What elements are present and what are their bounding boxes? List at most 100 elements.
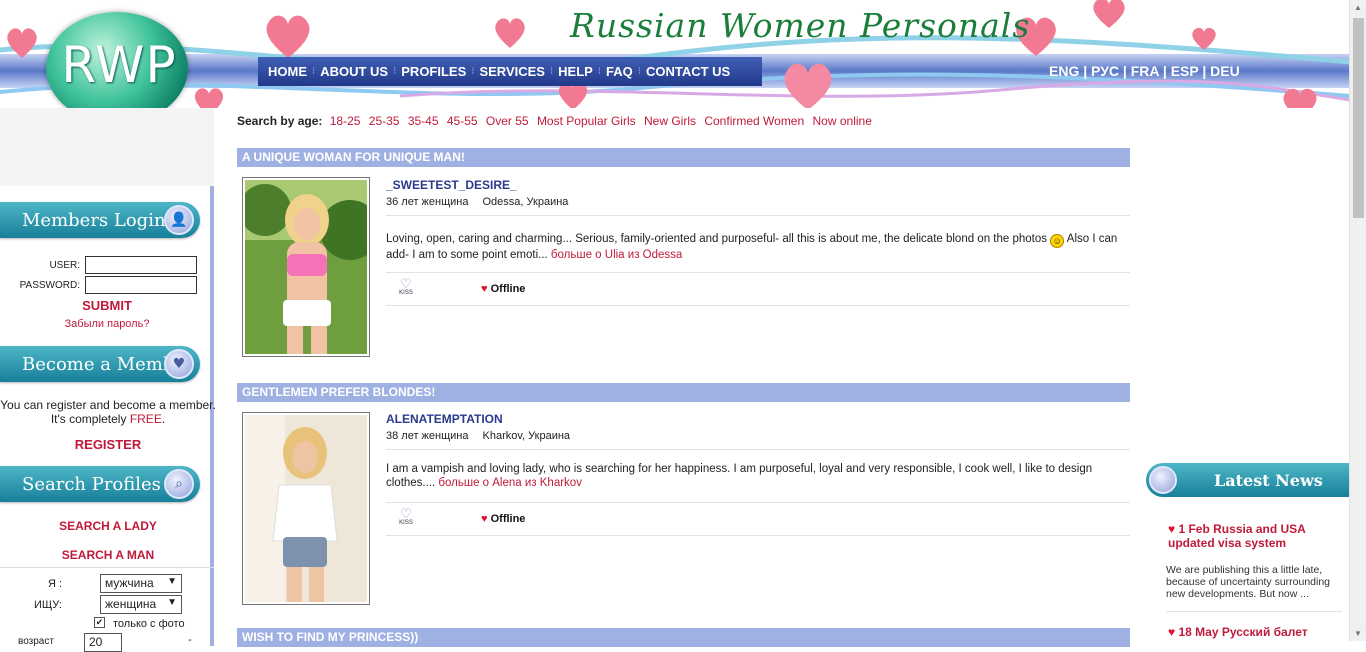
- age-18-25-link[interactable]: 18-25: [330, 114, 361, 128]
- new-girls-link[interactable]: New Girls: [644, 114, 696, 128]
- heart-icon: ♥: [1168, 522, 1176, 536]
- age-45-55-link[interactable]: 45-55: [447, 114, 478, 128]
- news-item-title[interactable]: ♥ 18 May Русский балет: [1168, 625, 1342, 639]
- profile-photo-image: [245, 180, 367, 354]
- i-gender-value: мужчина: [105, 576, 154, 590]
- nav-profiles[interactable]: PROFILES: [397, 64, 470, 79]
- user-label: USER:: [49, 260, 80, 271]
- nav-faq[interactable]: FAQ: [602, 64, 637, 79]
- lang-rus[interactable]: РУС: [1091, 63, 1119, 79]
- heart-decoration: [1192, 27, 1216, 50]
- lang-fra[interactable]: FRA: [1131, 63, 1159, 79]
- i-gender-select[interactable]: мужчина ▼: [100, 574, 182, 593]
- news-icon: [1149, 466, 1177, 494]
- profile-desc-text: Loving, open, caring and charming... Ser…: [386, 233, 1048, 245]
- news-item-title[interactable]: ♥ 1 Feb Russia and USA updated visa syst…: [1168, 522, 1342, 550]
- age-25-35-link[interactable]: 25-35: [369, 114, 400, 128]
- smiley-icon: ☺: [1050, 234, 1065, 248]
- profile-section-title: A UNIQUE WOMAN FOR UNIQUE MAN!: [237, 148, 1130, 167]
- age-label: возраст: [18, 636, 54, 647]
- heart-decoration: [7, 28, 37, 58]
- heart-icon: ♥: [481, 283, 488, 295]
- submit-button[interactable]: SUBMIT: [0, 298, 214, 313]
- age-search-bar: Search by age: 18-25 25-35 35-45 45-55 O…: [237, 114, 877, 128]
- main-nav: HOME ⁝ ABOUT US ⁝ PROFILES ⁝ SERVICES ⁝ HELP…: [258, 57, 762, 86]
- profile-photo[interactable]: [242, 177, 370, 357]
- age-35-45-link[interactable]: 35-45: [408, 114, 439, 128]
- logo-letters[interactable]: RWP: [48, 36, 190, 94]
- chevron-down-icon: ▼: [167, 576, 177, 587]
- profile-more-link[interactable]: больше о Ulia из Odessa: [551, 249, 682, 261]
- scroll-down-icon[interactable]: ▼: [1354, 629, 1362, 638]
- most-popular-girls-link[interactable]: Most Popular Girls: [537, 114, 636, 128]
- nav-help[interactable]: HELP: [554, 64, 597, 79]
- password-label: PASSWORD:: [19, 280, 80, 291]
- kiss-heart-icon: ♡: [400, 276, 412, 291]
- i-label: Я :: [47, 578, 62, 590]
- divider: [386, 305, 1130, 306]
- search-man-link[interactable]: SEARCH A MAN: [0, 548, 216, 562]
- confirmed-women-link[interactable]: Confirmed Women: [704, 114, 804, 128]
- password-input[interactable]: [85, 276, 197, 294]
- heart-icon: ♥: [1168, 625, 1176, 639]
- age-over-55-link[interactable]: Over 55: [486, 114, 529, 128]
- profile-name[interactable]: _SWEETEST_DESIRE_: [386, 178, 517, 192]
- profile-photo[interactable]: [242, 412, 370, 605]
- latest-news-title: Latest News: [1214, 470, 1323, 490]
- sidebar-top-strip: [0, 108, 214, 186]
- profile-photo-illustration: [245, 415, 367, 602]
- divider: [386, 449, 1130, 450]
- lang-deu[interactable]: DEU: [1210, 63, 1240, 79]
- user-input[interactable]: [85, 256, 197, 274]
- kiss-button[interactable]: ♡ KISS: [394, 277, 418, 299]
- age-to-separator: -: [188, 634, 192, 646]
- status-text: Offline: [490, 513, 526, 525]
- scroll-up-icon[interactable]: ▲: [1354, 3, 1362, 12]
- online-status: ♥ Offline: [481, 283, 525, 295]
- status-text: Offline: [490, 283, 526, 295]
- heart-decoration: [266, 15, 310, 58]
- nav-services[interactable]: SERVICES: [475, 64, 549, 79]
- profile-name[interactable]: ALENATEMPTATION: [386, 412, 503, 426]
- divider: [386, 272, 1130, 273]
- seek-gender-select[interactable]: женщина ▼: [100, 595, 182, 614]
- kiss-button[interactable]: ♡ KISS: [394, 507, 418, 529]
- heart-decoration: [784, 63, 832, 108]
- site-title: Russian Women Personals: [570, 6, 1031, 45]
- search-lady-link[interactable]: SEARCH A LADY: [0, 519, 216, 533]
- user-icon: 👤: [164, 205, 194, 235]
- online-status: ♥ Offline: [481, 513, 525, 525]
- site-header: RWP Russian Women Personals HOME ⁝ ABOUT …: [0, 0, 1350, 108]
- scrollbar-thumb[interactable]: [1353, 18, 1364, 218]
- divider: [386, 215, 1130, 216]
- now-online-link[interactable]: Now online: [813, 114, 872, 128]
- profile-description: Loving, open, caring and charming... Ser…: [386, 232, 1130, 262]
- nav-contact-us[interactable]: CONTACT US: [642, 64, 734, 79]
- profile-age: 36 лет женщина: [386, 196, 469, 208]
- lang-eng[interactable]: ENG: [1049, 63, 1079, 79]
- register-text: You can register and become a member. It…: [0, 398, 216, 426]
- age-from-select[interactable]: 20: [84, 633, 122, 652]
- heart-decoration: [194, 88, 224, 108]
- left-sidebar: Members Login 👤 USER: PASSWORD: SUBMIT З…: [0, 108, 216, 652]
- photo-only-checkbox[interactable]: ✔: [94, 617, 105, 628]
- nav-about-us[interactable]: ABOUT US: [316, 64, 392, 79]
- register-text-line2: It's completely FREE.: [50, 412, 166, 426]
- lang-esp[interactable]: ESP: [1171, 63, 1199, 79]
- news-item-body: We are publishing this a little late, be…: [1166, 564, 1331, 600]
- nav-home[interactable]: HOME: [264, 64, 311, 79]
- profile-age: 38 лет женщина: [386, 430, 469, 442]
- search-icon: ⌕: [164, 469, 194, 499]
- register-link[interactable]: REGISTER: [0, 437, 216, 452]
- become-member-header: Become a Member ♥: [0, 346, 200, 382]
- forgot-password-link[interactable]: Забыли пароль?: [0, 318, 214, 330]
- kiss-label: KISS: [399, 520, 413, 526]
- heart-icon: ♥: [481, 513, 488, 525]
- free-text: FREE: [129, 412, 162, 426]
- heart-decoration: [1283, 88, 1317, 108]
- members-login-header: Members Login 👤: [0, 202, 200, 238]
- profile-description: I am a vampish and loving lady, who is s…: [386, 462, 1130, 490]
- profile-city: Odessa, Украина: [482, 196, 569, 208]
- profile-more-link[interactable]: больше о Alena из Kharkov: [438, 477, 582, 489]
- page-scrollbar[interactable]: ▲ ▼: [1349, 0, 1366, 641]
